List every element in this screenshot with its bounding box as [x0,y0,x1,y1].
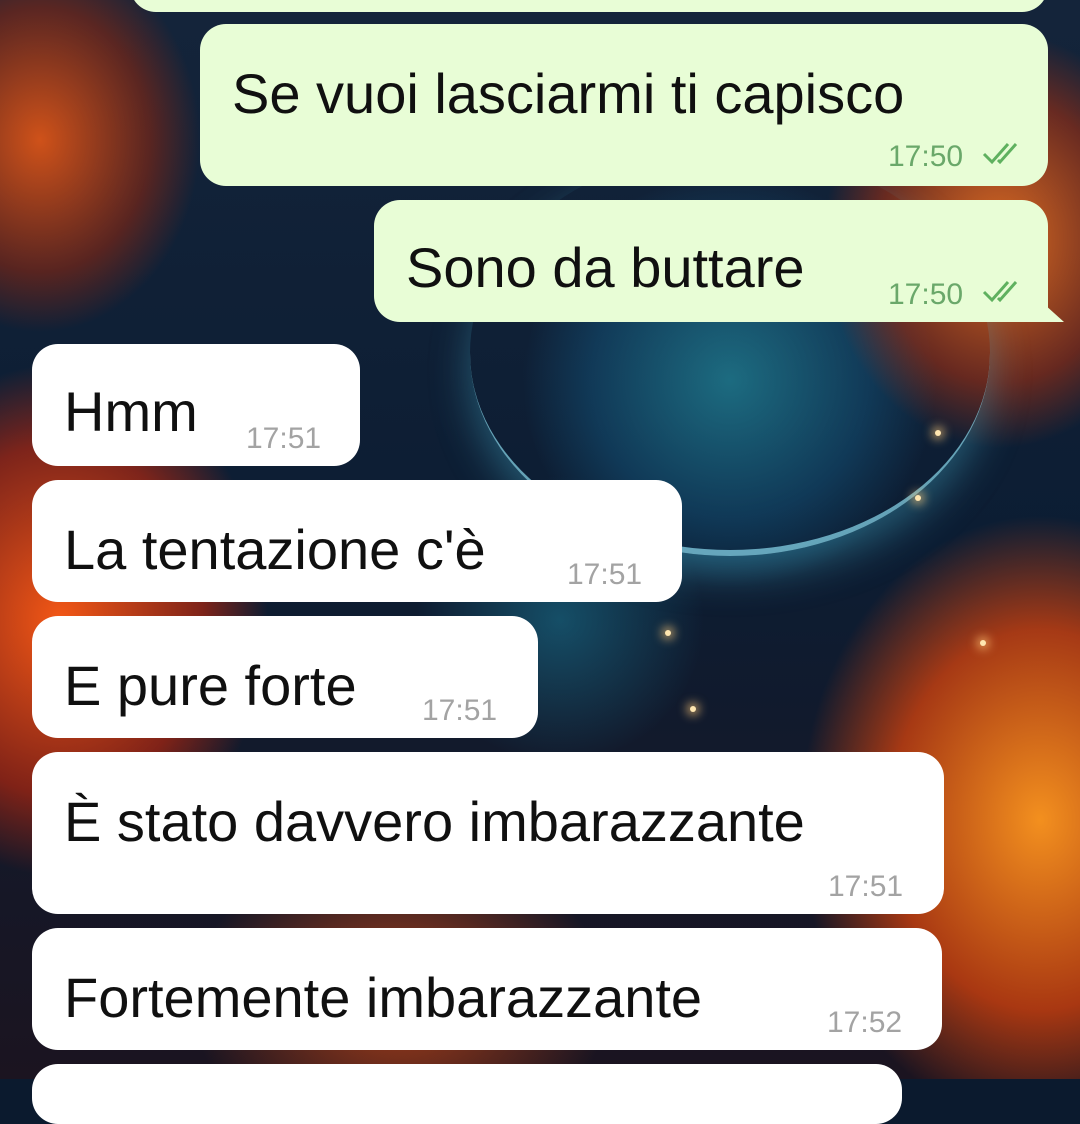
message-text: Fortemente imbarazzante [64,966,703,1029]
bubble-tail [1044,304,1064,322]
message-text: È stato davvero imbarazzante [64,790,805,853]
message-time: 17:50 [888,278,964,311]
message-bubble-outgoing[interactable]: Sono da buttare 17:50 [374,200,1048,322]
message-time: 17:51 [422,694,498,727]
double-check-icon [982,281,1018,303]
double-check-icon [982,143,1018,165]
message-bubble-partial[interactable] [32,1064,902,1124]
star-decoration [690,706,696,712]
message-text: E pure forte [64,654,357,717]
star-decoration [915,495,921,501]
message-bubble-outgoing[interactable]: Se vuoi lasciarmi ti capisco 17:50 [200,24,1048,186]
message-time: 17:51 [828,870,904,903]
message-bubble-partial[interactable] [130,0,1048,12]
message-bubble-incoming[interactable]: E pure forte 17:51 [32,616,538,738]
message-bubble-incoming[interactable]: La tentazione c'è 17:51 [32,480,682,602]
star-decoration [665,630,671,636]
star-decoration [935,430,941,436]
star-decoration [980,640,986,646]
message-text: La tentazione c'è [64,518,486,581]
message-text: Hmm [64,380,198,443]
message-bubble-incoming[interactable]: È stato davvero imbarazzante 17:51 [32,752,944,914]
message-time: 17:51 [567,558,643,591]
message-text: Sono da buttare [406,236,805,299]
message-time: 17:51 [246,422,322,455]
message-text: Se vuoi lasciarmi ti capisco [232,62,905,125]
message-bubble-incoming[interactable]: Fortemente imbarazzante 17:52 [32,928,942,1050]
message-bubble-incoming[interactable]: Hmm 17:51 [32,344,360,466]
message-time: 17:50 [888,140,964,173]
message-time: 17:52 [827,1006,903,1039]
